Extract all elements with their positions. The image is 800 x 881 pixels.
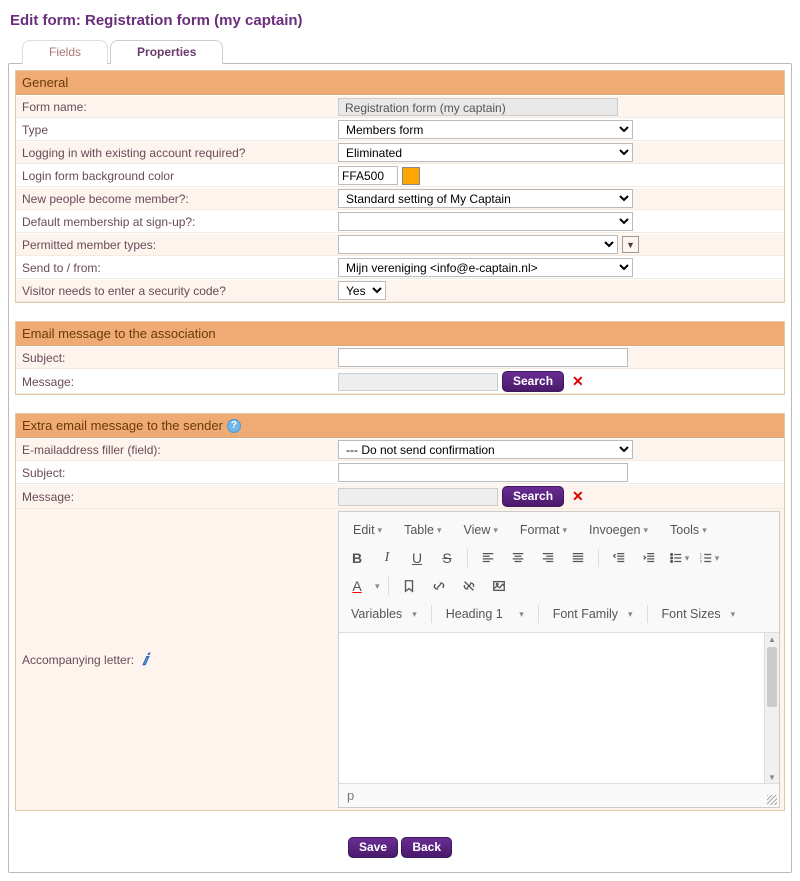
assoc-message-label: Message: (16, 372, 336, 392)
rich-text-editor: Edit▾ Table▾ View▾ Format▾ Invoegen▾ Too… (338, 511, 780, 808)
strikethrough-icon[interactable]: S (435, 547, 459, 569)
tab-properties[interactable]: Properties (110, 40, 223, 64)
form-name-value: Registration form (my captain) (338, 98, 618, 116)
security-code-label: Visitor needs to enter a security code? (16, 281, 336, 301)
link-icon[interactable] (427, 575, 451, 597)
tab-bar: Fields Properties (22, 39, 792, 63)
editor-menubar: Edit▾ Table▾ View▾ Format▾ Invoegen▾ Too… (345, 516, 773, 544)
image-icon[interactable] (487, 575, 511, 597)
tab-fields[interactable]: Fields (22, 40, 108, 64)
underline-icon[interactable]: U (405, 547, 429, 569)
italic-icon[interactable]: I (375, 547, 399, 569)
new-member-select[interactable]: Standard setting of My Captain (338, 189, 633, 208)
back-button[interactable]: Back (401, 837, 452, 858)
menu-tools[interactable]: Tools▾ (662, 519, 715, 541)
permitted-types-label: Permitted member types: (16, 235, 336, 255)
align-right-icon[interactable] (536, 547, 560, 569)
security-code-select[interactable]: Yes (338, 281, 386, 300)
section-email-sender: Extra email message to the sender ? E-ma… (15, 413, 785, 811)
indent-icon[interactable] (637, 547, 661, 569)
editor-content-area[interactable]: ▲ ▼ (339, 633, 779, 783)
bookmark-icon[interactable] (397, 575, 421, 597)
letter-label: Accompanying letter: (22, 653, 134, 667)
bg-color-input[interactable] (338, 166, 398, 185)
type-label: Type (16, 120, 336, 140)
info-icon[interactable]: ⅈ (138, 650, 148, 670)
sender-subject-input[interactable] (338, 463, 628, 482)
section-email-assoc: Email message to the association Subject… (15, 321, 785, 395)
default-membership-label: Default membership at sign-up?: (16, 212, 336, 232)
section-header-email-assoc: Email message to the association (16, 322, 784, 346)
send-to-label: Send to / from: (16, 258, 336, 278)
section-header-general: General (16, 71, 784, 95)
unlink-icon[interactable] (457, 575, 481, 597)
editor-path: p (347, 788, 354, 803)
section-header-email-sender: Extra email message to the sender ? (16, 414, 784, 438)
bullet-list-icon[interactable]: ▾ (667, 547, 691, 569)
default-membership-select[interactable] (338, 212, 633, 231)
page-title: Edit form: Registration form (my captain… (10, 12, 792, 29)
number-list-icon[interactable]: 123▾ (697, 547, 721, 569)
assoc-subject-input[interactable] (338, 348, 628, 367)
text-color-icon[interactable]: A (345, 575, 369, 597)
send-to-select[interactable]: Mijn vereniging <info@e-captain.nl> (338, 258, 633, 277)
filler-select[interactable]: --- Do not send confirmation (338, 440, 633, 459)
sender-message-label: Message: (16, 487, 336, 507)
dropdown-font-family[interactable]: Font Family▾ (547, 603, 639, 625)
sender-clear-icon[interactable]: ✕ (572, 488, 584, 505)
menu-view[interactable]: View▾ (456, 519, 506, 541)
type-select[interactable]: Members form (338, 120, 633, 139)
assoc-clear-icon[interactable]: ✕ (572, 373, 584, 390)
section-general: General Form name: Registration form (my… (15, 70, 785, 303)
svg-text:3: 3 (700, 559, 702, 563)
permitted-types-select[interactable] (338, 235, 618, 254)
assoc-subject-label: Subject: (16, 348, 336, 368)
sender-search-button[interactable]: Search (502, 486, 564, 507)
bg-color-label: Login form background color (16, 166, 336, 186)
align-center-icon[interactable] (506, 547, 530, 569)
editor-scrollbar[interactable]: ▲ ▼ (764, 633, 779, 783)
bold-icon[interactable]: B (345, 547, 369, 569)
assoc-search-button[interactable]: Search (502, 371, 564, 392)
help-icon[interactable]: ? (227, 419, 241, 433)
menu-edit[interactable]: Edit▾ (345, 519, 390, 541)
properties-panel: General Form name: Registration form (my… (8, 63, 792, 873)
assoc-message-box (338, 373, 498, 391)
bg-color-swatch[interactable] (402, 167, 420, 185)
editor-status-bar: p (339, 783, 779, 807)
menu-table[interactable]: Table▾ (396, 519, 449, 541)
dropdown-heading[interactable]: Heading 1▾ (440, 603, 530, 625)
outdent-icon[interactable] (607, 547, 631, 569)
sender-subject-label: Subject: (16, 463, 336, 483)
form-name-label: Form name: (16, 97, 336, 117)
new-member-label: New people become member?: (16, 189, 336, 209)
login-required-select[interactable]: Eliminated (338, 143, 633, 162)
section-header-email-sender-text: Extra email message to the sender (22, 418, 223, 433)
align-justify-icon[interactable] (566, 547, 590, 569)
sender-message-box (338, 488, 498, 506)
dropdown-variables[interactable]: Variables▾ (345, 603, 423, 625)
menu-format[interactable]: Format▾ (512, 519, 575, 541)
permitted-types-expand-icon[interactable]: ▼ (622, 236, 639, 253)
dropdown-font-sizes[interactable]: Font Sizes▾ (656, 603, 742, 625)
save-button[interactable]: Save (348, 837, 398, 858)
menu-invoegen[interactable]: Invoegen▾ (581, 519, 656, 541)
align-left-icon[interactable] (476, 547, 500, 569)
resize-handle-icon[interactable] (767, 795, 777, 805)
filler-label: E-mailaddress filler (field): (16, 440, 336, 460)
login-required-label: Logging in with existing account require… (16, 143, 336, 163)
